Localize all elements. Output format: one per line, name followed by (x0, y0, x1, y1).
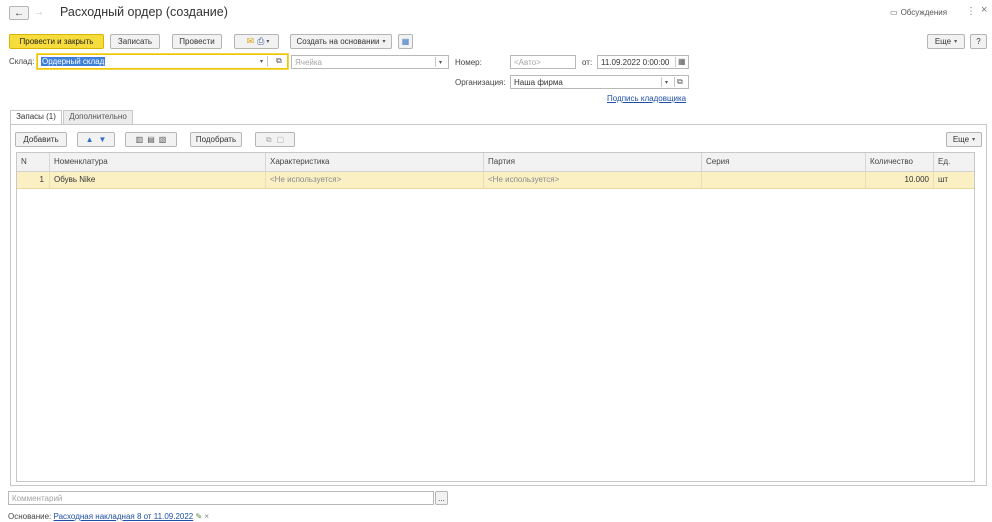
paste-icon[interactable]: ▢ (277, 135, 285, 144)
number-placeholder: <Авто> (514, 57, 541, 67)
move-buttons: ▲ ▼ (77, 132, 115, 147)
organization-label: Организация: (455, 78, 506, 87)
add-row-button[interactable]: Добавить (15, 132, 67, 147)
date-value: 11.09.2022 0:00:00 (601, 57, 670, 67)
arrow-up-icon[interactable]: ▲ (86, 135, 94, 144)
organization-value: Наша фирма (514, 77, 563, 87)
warehouse-value: Ордерный склад (41, 57, 106, 66)
date-from-label: от: (582, 58, 593, 67)
basis-clear-icon[interactable]: × (204, 512, 209, 521)
organization-field[interactable]: Наша фирма ▾ ⧉ (510, 75, 689, 89)
email-print-group: ✉ ⎙ ▾ (234, 34, 279, 49)
table-more-label: Еще (952, 135, 970, 144)
tab-additional-label: Дополнительно (69, 112, 127, 121)
open-icon[interactable]: ⧉ (677, 77, 683, 87)
cell-field[interactable]: Ячейка ▾ (291, 55, 449, 69)
pick-button[interactable]: Подобрать (190, 132, 242, 147)
chevron-down-icon: ▾ (972, 137, 976, 143)
tab-stocks[interactable]: Запасы (1) (10, 110, 62, 124)
arrow-right-icon: → (34, 7, 44, 18)
forward-button[interactable]: → (34, 6, 48, 20)
cell-batch[interactable]: <Не используется> (483, 172, 701, 189)
table-more-button[interactable]: Еще ▾ (946, 132, 982, 147)
barcode-icon[interactable]: ▥ (136, 135, 144, 144)
table-row[interactable]: 1 Обувь Nike <Не используется> <Не испол… (17, 172, 974, 189)
post-and-close-button[interactable]: Провести и закрыть (9, 34, 104, 49)
email-icon[interactable]: ✉ (244, 36, 258, 47)
chevron-down-icon[interactable]: ▾ (260, 58, 263, 65)
arrow-down-icon[interactable]: ▼ (99, 135, 107, 144)
print-dropdown-icon[interactable]: ▾ (264, 38, 269, 45)
signature-link[interactable]: Подпись кладовщика (607, 94, 686, 103)
back-button[interactable]: ← (9, 6, 29, 20)
more-label: Еще (934, 37, 952, 46)
col-header-series[interactable]: Серия (701, 153, 865, 172)
more-menu-icon[interactable]: ⋮ (966, 6, 976, 17)
chevron-down-icon[interactable]: ▾ (439, 59, 442, 66)
col-header-unit[interactable]: Ед. (933, 153, 974, 172)
print-icon[interactable]: ⎙ (257, 36, 264, 47)
col-header-item[interactable]: Номенклатура (49, 153, 265, 172)
post-button[interactable]: Провести (172, 34, 222, 49)
report-structure-icon[interactable]: ▦ (398, 34, 413, 49)
warehouse-label: Склад: (9, 57, 35, 66)
split-icon[interactable]: ▧ (159, 135, 167, 144)
col-header-characteristic[interactable]: Характеристика (265, 153, 483, 172)
cell-item[interactable]: Обувь Nike (49, 172, 265, 189)
number-label: Номер: (455, 58, 482, 67)
basis-link[interactable]: Расходная накладная 8 от 11.09.2022 (54, 512, 194, 521)
comment-placeholder: Комментарий (12, 493, 63, 503)
more-button[interactable]: Еще ▾ (927, 34, 965, 49)
copy-buttons: ⧉ ▢ (255, 132, 295, 147)
cell-series[interactable] (701, 172, 865, 189)
table-frame (16, 152, 975, 482)
discussions-button[interactable]: ▭ Обсуждения (890, 8, 947, 17)
comment-edit-button[interactable]: ... (435, 491, 448, 505)
create-basis-label: Создать на основании (296, 37, 380, 46)
save-button[interactable]: Записать (110, 34, 160, 49)
tab-additional[interactable]: Дополнительно (63, 110, 133, 124)
col-header-batch[interactable]: Партия (483, 153, 701, 172)
col-header-quantity[interactable]: Количество (865, 153, 933, 172)
tab-stocks-label: Запасы (1) (16, 112, 56, 121)
col-header-n[interactable]: N (17, 153, 48, 172)
create-basis-button[interactable]: Создать на основании ▾ (290, 34, 392, 49)
cell-n: 1 (39, 175, 44, 184)
document-icon[interactable]: ▤ (147, 135, 155, 144)
warehouse-field[interactable]: Ордерный склад ▾ ⧉ (37, 54, 288, 69)
chat-icon: ▭ (890, 8, 898, 17)
arrow-left-icon: ← (14, 7, 24, 19)
cell-quantity[interactable]: 10.000 (865, 172, 933, 189)
date-field[interactable]: 11.09.2022 0:00:00 ▦ (597, 55, 689, 69)
basis-label: Основание: (8, 512, 52, 521)
comment-input[interactable]: Комментарий (8, 491, 434, 505)
cell-placeholder: Ячейка (295, 57, 322, 67)
discussions-label: Обсуждения (900, 8, 948, 17)
chevron-down-icon: ▾ (954, 39, 958, 45)
calendar-icon[interactable]: ▦ (678, 57, 686, 66)
cell-characteristic[interactable]: <Не используется> (265, 172, 483, 189)
copy-icon[interactable]: ⧉ (266, 135, 272, 145)
open-icon[interactable]: ⧉ (276, 56, 282, 66)
barcode-buttons: ▥ ▤ ▧ (125, 132, 177, 147)
page-title: Расходный ордер (создание) (60, 5, 228, 19)
cell-unit[interactable]: шт (933, 172, 974, 189)
chevron-down-icon[interactable]: ▾ (665, 79, 668, 86)
table-header: N Номенклатура Характеристика Партия Сер… (17, 153, 974, 172)
basis-edit-icon[interactable]: ✎ (195, 512, 202, 521)
number-field[interactable]: <Авто> (510, 55, 576, 69)
chevron-down-icon: ▾ (382, 39, 386, 45)
help-button[interactable]: ? (970, 34, 987, 49)
footer-basis: Основание: Расходная накладная 8 от 11.0… (8, 512, 209, 521)
close-icon[interactable]: × (981, 4, 987, 16)
